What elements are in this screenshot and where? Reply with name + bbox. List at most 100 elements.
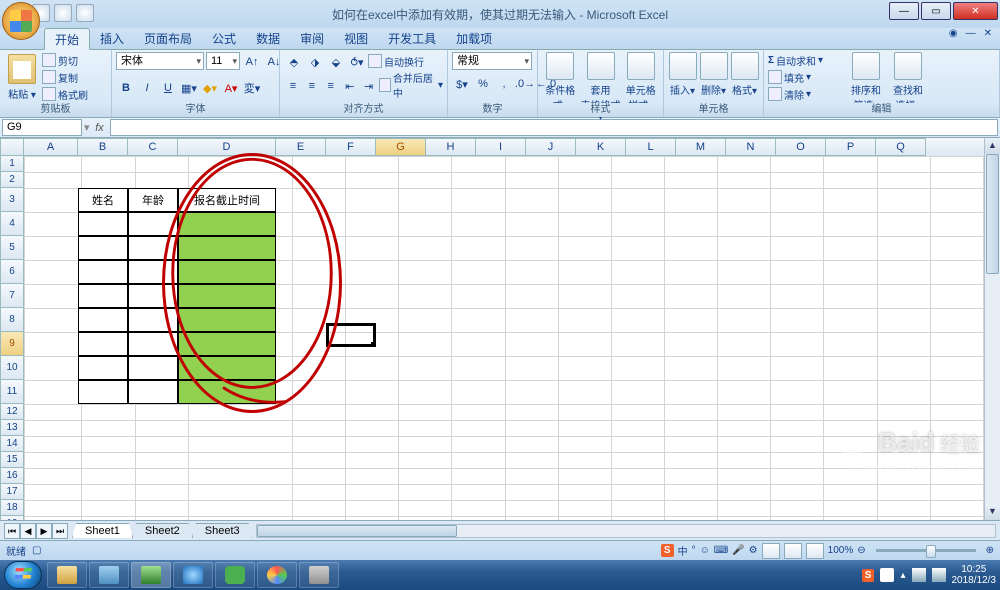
table-cell[interactable] xyxy=(128,212,178,236)
table-cell[interactable] xyxy=(128,380,178,404)
close-button[interactable]: ✕ xyxy=(953,2,998,20)
table-cell[interactable] xyxy=(178,236,276,260)
font-name-combo[interactable]: 宋体 xyxy=(116,52,204,70)
col-header-O[interactable]: O xyxy=(776,138,826,156)
macro-rec-icon[interactable]: ▢ xyxy=(32,545,41,556)
task-excel[interactable] xyxy=(131,562,171,588)
task-ie[interactable] xyxy=(173,562,213,588)
insert-cells-button[interactable]: 插入▾ xyxy=(668,52,697,97)
ime-keyboard-icon[interactable]: ⌨ xyxy=(714,545,728,556)
row-header-4[interactable]: 4 xyxy=(0,212,24,236)
tab-view[interactable]: 视图 xyxy=(334,28,378,49)
row-header-12[interactable]: 12 xyxy=(0,404,24,420)
accounting-button[interactable]: $▾ xyxy=(452,74,472,94)
align-top-button[interactable]: ⬘ xyxy=(284,52,304,72)
row-header-3[interactable]: 3 xyxy=(0,188,24,212)
table-cell[interactable] xyxy=(78,284,128,308)
align-bottom-button[interactable]: ⬙ xyxy=(326,52,346,72)
row-header-9[interactable]: 9 xyxy=(0,332,24,356)
col-header-H[interactable]: H xyxy=(426,138,476,156)
row-header-16[interactable]: 16 xyxy=(0,468,24,484)
row-header-1[interactable]: 1 xyxy=(0,156,24,172)
tray-expand-icon[interactable]: ▴ xyxy=(900,570,905,581)
col-header-K[interactable]: K xyxy=(576,138,626,156)
row-header-15[interactable]: 15 xyxy=(0,452,24,468)
scroll-down-icon[interactable]: ▼ xyxy=(985,504,1000,520)
table-cell[interactable] xyxy=(78,332,128,356)
row-header-8[interactable]: 8 xyxy=(0,308,24,332)
table-cell[interactable] xyxy=(78,356,128,380)
percent-button[interactable]: % xyxy=(473,74,493,94)
view-normal-button[interactable] xyxy=(762,543,780,559)
task-notes[interactable] xyxy=(299,562,339,588)
tray-network-icon[interactable] xyxy=(912,568,926,582)
table-cell[interactable] xyxy=(178,308,276,332)
cut-button[interactable]: 剪切 xyxy=(42,52,88,68)
view-pagebreak-button[interactable] xyxy=(806,543,824,559)
tab-insert[interactable]: 插入 xyxy=(90,28,134,49)
table-header-1[interactable]: 年龄 xyxy=(128,188,178,212)
align-center-button[interactable]: ≡ xyxy=(303,76,321,96)
sheet-nav-last[interactable]: ⏭ xyxy=(52,523,68,539)
select-all-corner[interactable] xyxy=(0,138,24,156)
name-box[interactable]: G9 xyxy=(2,119,82,136)
phonetic-button[interactable]: 変▾ xyxy=(242,78,262,98)
row-header-18[interactable]: 18 xyxy=(0,500,24,516)
col-header-D[interactable]: D xyxy=(178,138,276,156)
task-libraries[interactable] xyxy=(89,562,129,588)
col-header-P[interactable]: P xyxy=(826,138,876,156)
format-painter-button[interactable]: 格式刷 xyxy=(42,86,88,102)
col-header-A[interactable]: A xyxy=(24,138,78,156)
zoom-level[interactable]: 100% xyxy=(828,545,854,556)
row-header-2[interactable]: 2 xyxy=(0,172,24,188)
start-button[interactable] xyxy=(4,561,42,589)
autosum-button[interactable]: Σ 自动求和 ▾ xyxy=(768,52,844,68)
tray-clock[interactable]: 10:252018/12/3 xyxy=(952,564,997,586)
align-middle-button[interactable]: ⬗ xyxy=(305,52,325,72)
border-button[interactable]: ▦▾ xyxy=(179,78,199,98)
col-header-F[interactable]: F xyxy=(326,138,376,156)
indent-inc-button[interactable]: ⇥ xyxy=(360,76,378,96)
tab-pagelayout[interactable]: 页面布局 xyxy=(134,28,202,49)
table-cell[interactable] xyxy=(178,356,276,380)
row-header-5[interactable]: 5 xyxy=(0,236,24,260)
table-cell[interactable] xyxy=(178,284,276,308)
table-cell[interactable] xyxy=(128,332,178,356)
comma-button[interactable]: , xyxy=(494,74,514,94)
table-cell[interactable] xyxy=(78,380,128,404)
row-header-11[interactable]: 11 xyxy=(0,380,24,404)
row-header-14[interactable]: 14 xyxy=(0,436,24,452)
indent-dec-button[interactable]: ⇤ xyxy=(341,76,359,96)
worksheet-grid[interactable]: ABCDEFGHIJKLMNOPQ 1234567891011121314151… xyxy=(0,138,1000,520)
inc-decimal-button[interactable]: .0→ xyxy=(515,74,535,94)
ime-icon[interactable]: S xyxy=(661,544,674,557)
tab-home[interactable]: 开始 xyxy=(44,28,90,50)
view-layout-button[interactable] xyxy=(784,543,802,559)
align-left-button[interactable]: ≡ xyxy=(284,76,302,96)
sheet-nav-first[interactable]: ⏮ xyxy=(4,523,20,539)
qat-undo-icon[interactable] xyxy=(54,4,72,22)
table-cell[interactable] xyxy=(128,236,178,260)
col-header-I[interactable]: I xyxy=(476,138,526,156)
clear-button[interactable]: 清除 ▾ xyxy=(768,86,844,102)
qat-redo-icon[interactable] xyxy=(76,4,94,22)
table-cell[interactable] xyxy=(178,212,276,236)
vertical-scrollbar[interactable]: ▲ ▼ xyxy=(984,138,1000,520)
ribbon-min-icon[interactable]: — xyxy=(966,28,976,49)
fx-icon[interactable]: fx xyxy=(90,122,110,134)
italic-button[interactable]: I xyxy=(137,78,157,98)
tab-review[interactable]: 审阅 xyxy=(290,28,334,49)
sheet-tab-1[interactable]: Sheet1 xyxy=(72,523,133,538)
help-icon[interactable]: ◉ xyxy=(949,28,958,49)
tray-ime-icon[interactable]: S xyxy=(862,569,875,582)
hscroll-thumb[interactable] xyxy=(257,525,457,537)
task-wechat[interactable] xyxy=(215,562,255,588)
row-header-6[interactable]: 6 xyxy=(0,260,24,284)
ime-punct-icon[interactable]: ° xyxy=(692,545,696,556)
col-header-Q[interactable]: Q xyxy=(876,138,926,156)
underline-button[interactable]: U xyxy=(158,78,178,98)
col-header-L[interactable]: L xyxy=(626,138,676,156)
tab-developer[interactable]: 开发工具 xyxy=(378,28,446,49)
maximize-button[interactable]: ▭ xyxy=(921,2,951,20)
table-cell[interactable] xyxy=(178,332,276,356)
